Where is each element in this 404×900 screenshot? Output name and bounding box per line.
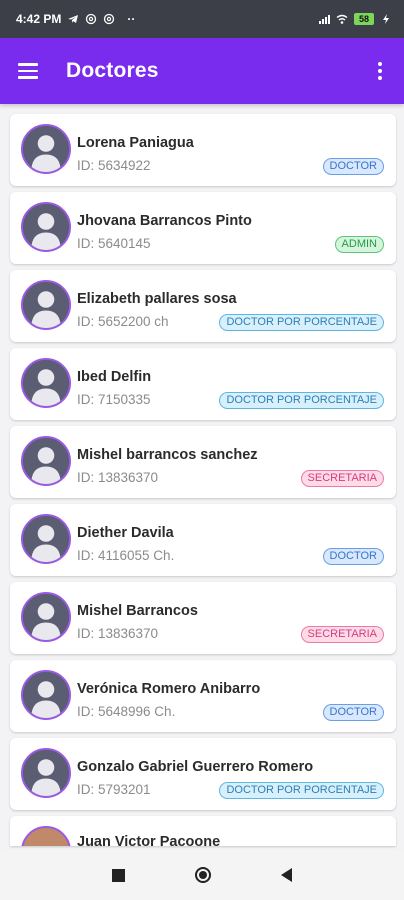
doctor-name: Jhovana Barrancos Pinto: [77, 213, 252, 229]
telegram-icon: [68, 15, 79, 23]
doctor-list-item[interactable]: Diether Davila ID: 4116055 Ch. DOCTOR: [10, 504, 396, 576]
avatar-icon: [21, 670, 71, 720]
doctor-name: Gonzalo Gabriel Guerrero Romero: [77, 759, 314, 775]
doctor-list-item-partial[interactable]: Juan Victor Pacoone: [10, 816, 396, 846]
signal-icon: [319, 15, 330, 24]
avatar-icon: [21, 592, 71, 642]
avatar-icon: [21, 202, 71, 252]
doctor-name: Lorena Paniagua: [77, 135, 194, 151]
doctor-id: ID: 4116055 Ch.: [77, 548, 175, 563]
doctor-list-item[interactable]: Lorena Paniagua ID: 5634922 DOCTOR: [10, 114, 396, 186]
role-badge: SECRETARIA: [300, 470, 384, 487]
doctor-list: Lorena Paniagua ID: 5634922 DOCTOR Jhovana …: [10, 114, 396, 852]
doctor-name: Mishel barrancos sanchez: [77, 447, 258, 463]
doctor-list-item[interactable]: Elizabeth pallares sosa ID: 5652200 ch DOC…: [10, 270, 396, 342]
app-bar: Doctores: [0, 38, 404, 104]
avatar-icon: [21, 748, 71, 798]
doctor-id: ID: 7150335: [77, 392, 151, 407]
role-badge: DOCTOR POR PORCENTAJE: [219, 782, 384, 799]
doctor-list-item[interactable]: Gonzalo Gabriel Guerrero Romero ID: 57932…: [10, 738, 396, 810]
avatar-icon: [21, 358, 71, 408]
role-badge: DOCTOR: [322, 548, 384, 565]
at-icon: [104, 13, 115, 25]
doctor-id: ID: 5640145: [77, 236, 151, 251]
doctor-id: ID: 13836370: [77, 470, 159, 485]
role-badge: DOCTOR POR PORCENTAJE: [219, 314, 384, 331]
status-time: 4:42 PM: [16, 12, 62, 26]
status-left: 4:42 PM ··: [16, 12, 135, 26]
doctor-list-item[interactable]: Mishel barrancos sanchez ID: 13836370 SECR…: [10, 426, 396, 498]
recent-apps-icon[interactable]: [112, 868, 125, 882]
doctor-list-item[interactable]: Verónica Romero Anibarro ID: 5648996 Ch. D…: [10, 660, 396, 732]
doctor-name: Verónica Romero Anibarro: [77, 681, 261, 697]
doctor-name: Diether Davila: [77, 525, 174, 541]
back-icon[interactable]: [281, 868, 292, 882]
role-badge: SECRETARIA: [300, 626, 384, 643]
doctor-name: Juan Victor Pacoone: [77, 834, 221, 846]
doctor-id: ID: 13836370: [77, 626, 159, 641]
avatar-photo: [21, 826, 71, 846]
status-right: 58: [318, 13, 392, 25]
battery-icon: 58: [354, 13, 374, 25]
doctor-name: Ibed Delfin: [77, 369, 152, 385]
role-badge: ADMIN: [334, 236, 384, 253]
doctor-name: Elizabeth pallares sosa: [77, 291, 237, 307]
home-icon[interactable]: [195, 867, 211, 883]
more-notifications-dots: ··: [127, 12, 136, 26]
page-title: Doctores: [66, 59, 159, 82]
doctor-id: ID: 5793201: [77, 782, 151, 797]
doctor-name: Mishel Barrancos: [77, 603, 198, 619]
charging-icon: [383, 14, 389, 24]
role-badge: DOCTOR: [322, 704, 384, 721]
role-badge: DOCTOR POR PORCENTAJE: [219, 392, 384, 409]
role-badge: DOCTOR: [322, 158, 384, 175]
status-bar: 4:42 PM ·· 58: [0, 0, 404, 38]
at-icon: [86, 13, 97, 25]
doctor-id: ID: 5634922: [77, 158, 151, 173]
overflow-menu-icon[interactable]: [372, 59, 388, 83]
doctor-list-item[interactable]: Jhovana Barrancos Pinto ID: 5640145 ADMIN: [10, 192, 396, 264]
doctor-list-item[interactable]: Mishel Barrancos ID: 13836370 SECRETARIA: [10, 582, 396, 654]
avatar-icon: [21, 280, 71, 330]
doctor-id: ID: 5652200 ch: [77, 314, 169, 329]
avatar-icon: [21, 436, 71, 486]
wifi-icon: [336, 14, 348, 24]
menu-icon[interactable]: [18, 59, 42, 83]
system-navigation-bar: [0, 850, 404, 900]
avatar-icon: [21, 514, 71, 564]
avatar-icon: [21, 124, 71, 174]
doctor-id: ID: 5648996 Ch.: [77, 704, 176, 719]
doctor-list-item[interactable]: Ibed Delfin ID: 7150335 DOCTOR POR PORCENT…: [10, 348, 396, 420]
